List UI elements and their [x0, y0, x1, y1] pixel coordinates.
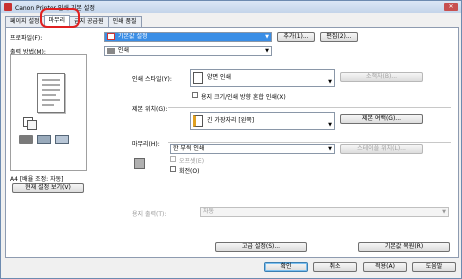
offset-checkbox[interactable] — [170, 156, 176, 162]
profile-value: 기본값 설정 — [118, 33, 148, 40]
offset-label: 오프셋(E) — [179, 158, 205, 165]
advanced-settings-button[interactable]: 고급 설정(S)... — [215, 242, 307, 252]
printer-status-icon — [19, 135, 33, 144]
preview-page — [37, 73, 65, 113]
binding-margin-button[interactable]: 제본 여백(G)... — [340, 114, 423, 124]
duplex-doc-icon — [193, 71, 203, 84]
profile-label: 프로파일(F): — [10, 35, 43, 42]
apply-button[interactable]: 적용(A) — [363, 262, 407, 272]
printer-icon — [107, 47, 115, 54]
tab-page-setup[interactable]: 페이지 설정 — [5, 16, 45, 27]
paper-output-label: 용지 출력(T): — [132, 211, 167, 218]
divider — [168, 107, 451, 108]
ok-button[interactable]: 확인 — [264, 262, 308, 272]
finishing-value: 한 부씩 인쇄 — [173, 145, 205, 152]
binding-label: 제본 위치(G): — [132, 106, 168, 113]
cancel-button[interactable]: 취소 — [313, 262, 357, 272]
divider — [168, 142, 451, 143]
chevron-down-icon: ▼ — [328, 122, 332, 128]
binding-value: 긴 가장자리 [왼쪽] — [207, 117, 255, 124]
view-settings-button[interactable]: 현재 설정 보기(V) — [12, 183, 84, 193]
print-style-value: 양면 인쇄 — [207, 74, 231, 81]
chevron-down-icon: ▼ — [328, 146, 332, 152]
chevron-down-icon: ▼ — [265, 34, 269, 40]
profile-icon — [107, 33, 115, 40]
staple-position-button[interactable]: 스테이플 위치(L)... — [340, 144, 423, 154]
print-style-select[interactable]: 양면 인쇄 ▼ — [190, 69, 335, 87]
binding-edge-icon — [193, 114, 203, 127]
paper-output-value: 자동 — [203, 208, 215, 215]
preview-line — [42, 94, 56, 96]
tab-print-quality[interactable]: 인쇄 품질 — [107, 16, 142, 27]
binding-select[interactable]: 긴 가장자리 [왼쪽] ▼ — [190, 112, 335, 130]
print-style-label: 인쇄 스타일(Y): — [132, 76, 172, 83]
mixed-orientation-label: 용지 크기/인쇄 방향 혼합 인쇄(X) — [201, 94, 286, 101]
restore-defaults-button[interactable]: 기본값 복원(R) — [358, 242, 450, 252]
finishing-select[interactable]: 한 부씩 인쇄 ▼ — [170, 144, 335, 154]
duplex-icon-back — [27, 120, 37, 130]
add-profile-button[interactable]: 추가(1)... — [277, 32, 315, 42]
finisher-preview-icon — [134, 158, 145, 169]
finisher-icon — [37, 135, 51, 144]
booklet-button[interactable]: 소책자(B)... — [340, 72, 423, 82]
mixed-orientation-checkbox[interactable] — [192, 92, 198, 98]
tab-panel: 프로파일(F): 기본값 설정 ▼ 추가(1)... 편집(2)... 출력 방법… — [5, 27, 459, 258]
staple-icon — [55, 135, 69, 144]
preview-line — [42, 79, 60, 81]
dialog-window: Canon Printer 인쇄 기본 설정 ✕ 페이지 설정 마무리 급지 공… — [0, 0, 462, 279]
chevron-down-icon: ▼ — [265, 48, 269, 54]
help-button[interactable]: 도움말 — [412, 262, 456, 272]
paper-output-select[interactable]: 자동 ▼ — [200, 207, 449, 217]
preview-caption: A4 [배율 조정: 자동] — [10, 176, 64, 183]
profile-select[interactable]: 기본값 설정 ▼ — [104, 32, 272, 42]
preview-line — [42, 104, 54, 106]
highlight-circle — [40, 8, 80, 28]
edit-profile-button[interactable]: 편집(2)... — [320, 32, 358, 42]
preview-line — [42, 89, 60, 91]
close-icon[interactable]: ✕ — [444, 3, 458, 11]
rotate-checkbox[interactable] — [170, 166, 176, 172]
output-select[interactable]: 인쇄 ▼ — [104, 46, 272, 56]
chevron-down-icon: ▼ — [442, 209, 446, 215]
preview-pane — [10, 54, 87, 171]
chevron-down-icon: ▼ — [328, 79, 332, 85]
printer-app-icon — [4, 3, 12, 11]
output-value: 인쇄 — [118, 47, 130, 54]
preview-line — [42, 84, 60, 86]
preview-line — [42, 99, 60, 101]
rotate-label: 회전(O) — [179, 168, 200, 175]
finishing-label: 마무리(H): — [132, 141, 160, 148]
